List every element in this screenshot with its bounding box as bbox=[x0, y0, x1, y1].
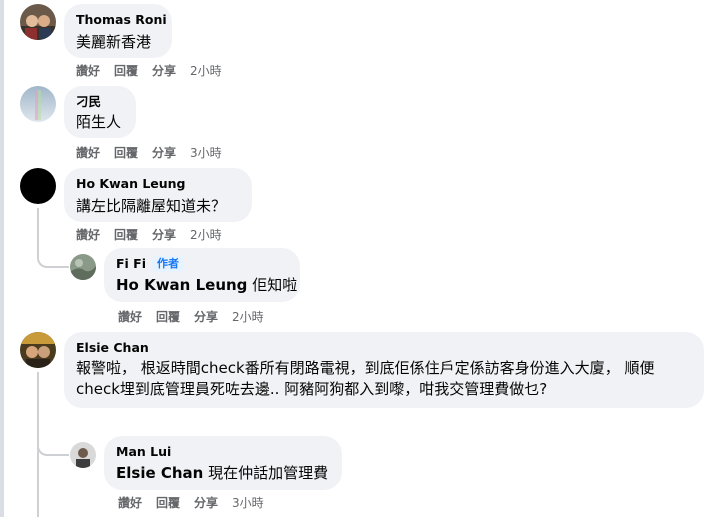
comment-text: 陌生人 bbox=[76, 113, 122, 131]
like-button[interactable]: 讚好 bbox=[118, 494, 142, 511]
comment-actions: 讚好 回覆 分享 2小時 bbox=[118, 308, 278, 325]
comment-author[interactable]: Elsie Chan bbox=[76, 340, 692, 356]
share-button[interactable]: 分享 bbox=[194, 494, 218, 511]
avatar[interactable] bbox=[20, 332, 56, 368]
mention-link[interactable]: Elsie Chan bbox=[116, 464, 203, 482]
comment-timestamp[interactable]: 3小時 bbox=[232, 494, 264, 511]
comment-author[interactable]: Thomas Roni bbox=[76, 12, 167, 28]
comment-text-body: 現在仲話加管理費 bbox=[203, 464, 329, 482]
reply-bubble: Fi Fi 作者 Ho Kwan Leung 佢知啦 bbox=[104, 248, 300, 302]
reply-button[interactable]: 回覆 bbox=[114, 226, 138, 243]
comment-author-name[interactable]: Fi Fi bbox=[116, 256, 146, 271]
comment-author[interactable]: Ho Kwan Leung bbox=[76, 176, 240, 192]
comment-actions: 讚好 回覆 分享 2小時 bbox=[76, 62, 236, 79]
avatar[interactable] bbox=[70, 254, 96, 280]
comment-author[interactable]: 刁民 bbox=[76, 94, 124, 110]
comment-timestamp[interactable]: 3小時 bbox=[190, 144, 222, 161]
comment-text: 美麗新香港 bbox=[76, 33, 152, 51]
comment-text: 報警啦， 根返時間check番所有閉路電視，到底佢係住戶定係訪客身份進入大廈， … bbox=[76, 359, 655, 398]
comment-bubble: Ho Kwan Leung 講左比隔離屋知道未？ bbox=[64, 168, 252, 222]
reply-connector bbox=[37, 244, 69, 268]
share-button[interactable]: 分享 bbox=[194, 308, 218, 325]
comment-actions: 讚好 回覆 分享 3小時 bbox=[76, 144, 236, 161]
comment-actions: 讚好 回覆 分享 3小時 bbox=[118, 494, 278, 511]
mention-link[interactable]: Ho Kwan Leung bbox=[116, 276, 247, 294]
comment-text-body: 佢知啦 bbox=[247, 276, 298, 294]
author-badge: 作者 bbox=[152, 256, 184, 272]
comment-bubble: Thomas Roni 美麗新香港 bbox=[64, 4, 172, 58]
like-button[interactable]: 讚好 bbox=[76, 226, 100, 243]
scroll-edge bbox=[0, 0, 4, 517]
comment-text: Ho Kwan Leung 佢知啦 bbox=[116, 275, 297, 296]
reply-button[interactable]: 回覆 bbox=[114, 62, 138, 79]
like-button[interactable]: 讚好 bbox=[76, 62, 100, 79]
share-button[interactable]: 分享 bbox=[152, 144, 176, 161]
comment-author[interactable]: Man Lui bbox=[116, 444, 330, 460]
reply-connector bbox=[37, 432, 69, 456]
share-button[interactable]: 分享 bbox=[152, 62, 176, 79]
comment-text: Elsie Chan 現在仲話加管理費 bbox=[116, 463, 330, 484]
like-button[interactable]: 讚好 bbox=[118, 308, 142, 325]
share-button[interactable]: 分享 bbox=[152, 226, 176, 243]
avatar[interactable] bbox=[70, 442, 96, 468]
reply-button[interactable]: 回覆 bbox=[156, 308, 180, 325]
comment-bubble: 刁民 陌生人 bbox=[64, 86, 136, 138]
comment-bubble: Elsie Chan 報警啦， 根返時間check番所有閉路電視，到底佢係住戶定… bbox=[64, 332, 704, 408]
comment-actions: 讚好 回覆 分享 2小時 bbox=[76, 226, 236, 243]
avatar[interactable] bbox=[20, 168, 56, 204]
like-button[interactable]: 讚好 bbox=[76, 144, 100, 161]
comment-timestamp[interactable]: 2小時 bbox=[190, 62, 222, 79]
comment-timestamp[interactable]: 2小時 bbox=[232, 308, 264, 325]
comment-timestamp[interactable]: 2小時 bbox=[190, 226, 222, 243]
reply-button[interactable]: 回覆 bbox=[156, 494, 180, 511]
avatar[interactable] bbox=[20, 4, 56, 40]
comment-text: 講左比隔離屋知道未？ bbox=[76, 197, 227, 215]
reply-bubble: Man Lui Elsie Chan 現在仲話加管理費 bbox=[104, 436, 342, 490]
reply-button[interactable]: 回覆 bbox=[114, 144, 138, 161]
comment-author: Fi Fi 作者 bbox=[116, 256, 288, 272]
avatar[interactable] bbox=[20, 86, 56, 122]
